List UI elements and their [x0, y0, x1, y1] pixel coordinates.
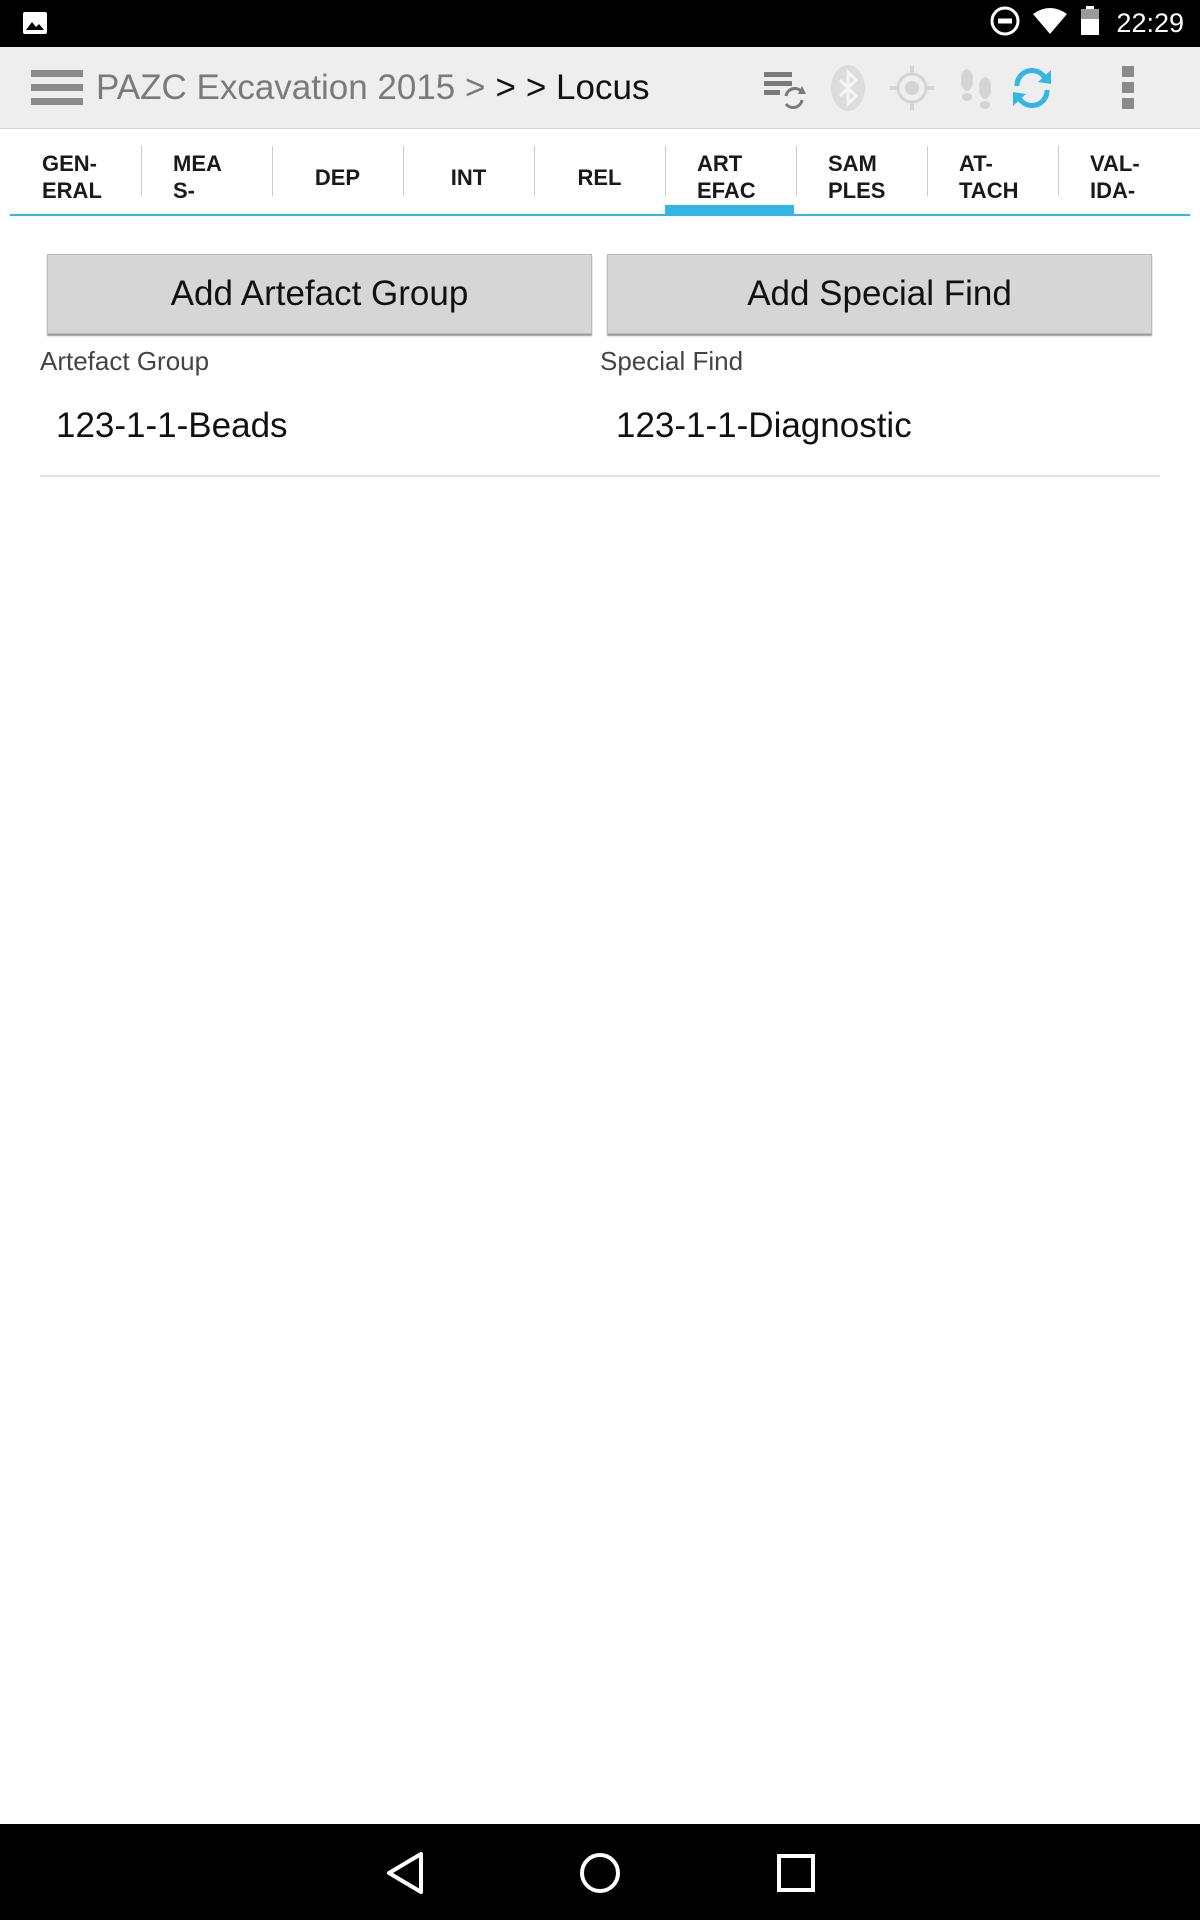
action-bar: PAZC Excavation 2015 > > > Locus — [0, 47, 1200, 129]
tab-attachments[interactable]: AT- TACH — [927, 140, 1058, 214]
tab-measurements[interactable]: MEA S- — [141, 140, 272, 214]
tab-label: MEA — [173, 151, 222, 176]
add-special-find-button[interactable]: Add Special Find — [607, 254, 1152, 334]
status-time: 22:29 — [1116, 8, 1184, 38]
menu-icon[interactable] — [31, 70, 83, 110]
tab-label: DEP — [314, 164, 361, 190]
breadcrumb: PAZC Excavation 2015 > > > Locus — [96, 47, 649, 129]
tab-label: AT- — [959, 151, 993, 176]
navigation-bar — [0, 1824, 1200, 1920]
tab-label: ERAL — [42, 178, 102, 203]
tab-interpretation[interactable]: INT — [403, 140, 534, 214]
tab-label: PLES — [828, 178, 886, 203]
tab-label: TACH — [959, 178, 1019, 203]
tab-samples[interactable]: SAM PLES — [796, 140, 927, 214]
wifi-icon — [1032, 6, 1068, 41]
tab-label: INT — [450, 164, 487, 190]
gps-icon[interactable] — [888, 64, 936, 112]
battery-icon — [1080, 6, 1100, 41]
recents-icon[interactable] — [773, 1850, 819, 1896]
special-find-label: Special Find — [600, 346, 744, 376]
tab-label: ART — [697, 151, 743, 176]
overflow-menu-icon[interactable] — [1112, 64, 1144, 112]
selected-tab-indicator — [665, 205, 794, 216]
special-find-item[interactable]: 123-1-1-Diagnostic — [616, 406, 912, 446]
tab-label: REL — [577, 164, 622, 190]
tab-artefacts[interactable]: ART EFAC — [665, 140, 796, 216]
status-bar: 22:29 — [0, 0, 1200, 47]
image-icon — [22, 11, 48, 40]
breadcrumb-current[interactable]: > Locus — [526, 68, 650, 108]
screen: 22:29 PAZC Excavation 2015 > > > Locus G… — [0, 0, 1200, 1920]
home-icon[interactable] — [577, 1850, 623, 1896]
do-not-disturb-icon — [990, 6, 1020, 41]
tab-label: SAM — [828, 151, 877, 176]
tab-general[interactable]: GEN- ERAL — [10, 140, 141, 214]
tab-relations[interactable]: REL — [534, 140, 665, 214]
tab-label: IDA- — [1090, 178, 1136, 203]
tab-validation[interactable]: VAL- IDA- — [1058, 140, 1189, 214]
tracking-icon[interactable] — [952, 64, 1000, 112]
tab-label: GEN- — [42, 151, 97, 176]
tab-deposit[interactable]: DEP — [272, 140, 403, 214]
artefact-group-label: Artefact Group — [40, 346, 210, 376]
breadcrumb-project[interactable]: PAZC Excavation 2015 > — [96, 68, 485, 108]
status-icons: 22:29 — [990, 0, 1184, 47]
back-icon[interactable] — [383, 1850, 429, 1896]
tab-bar: GEN- ERAL MEA S- DEP INT REL ART EFAC SAM PL… — [10, 140, 1190, 216]
add-artefact-group-button[interactable]: Add Artefact Group — [47, 254, 592, 334]
tab-label: EFAC — [697, 178, 756, 203]
tab-label: S- — [173, 178, 195, 203]
breadcrumb-item[interactable]: > — [495, 68, 515, 108]
bluetooth-icon[interactable] — [824, 64, 872, 112]
artefact-group-item[interactable]: 123-1-1-Beads — [56, 406, 288, 446]
tab-label: VAL- — [1090, 151, 1140, 176]
list-divider — [40, 475, 1160, 477]
sync-settings-icon[interactable] — [760, 64, 808, 112]
sync-icon[interactable] — [1008, 64, 1056, 112]
